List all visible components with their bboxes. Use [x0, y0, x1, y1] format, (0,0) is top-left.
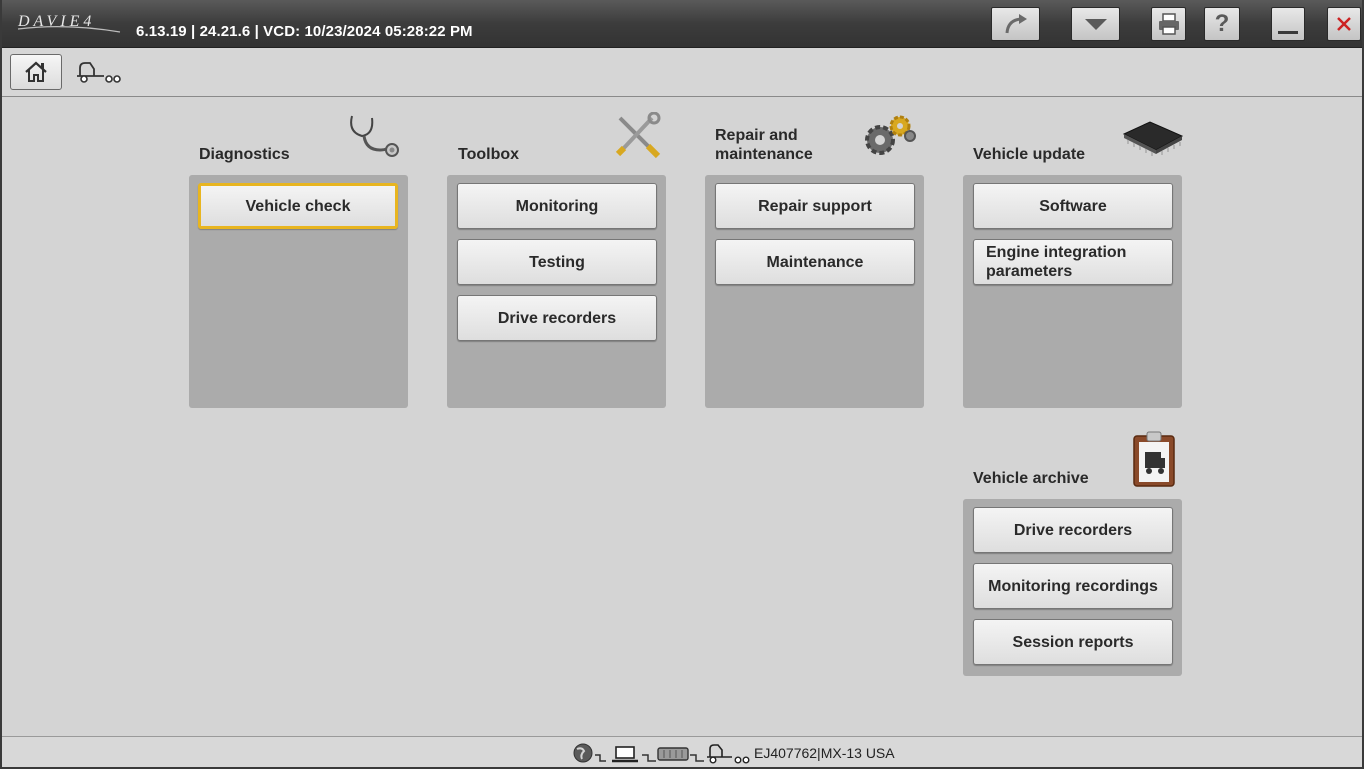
drive-recorders-button[interactable]: Drive recorders [457, 295, 657, 341]
repair-maintenance-title: Repair and maintenance [715, 127, 813, 163]
vehicle-icon[interactable] [74, 58, 124, 86]
title-bar: DAVIE4 6.13.19 | 24.21.6 | VCD: 10/23/20… [2, 0, 1362, 48]
window-title: 6.13.19 | 24.21.6 | VCD: 10/23/2024 05:2… [136, 23, 473, 40]
navigation-bar [2, 48, 1362, 97]
vehicle-archive-panel: Drive recorders Monitoring recordings Se… [963, 499, 1182, 676]
redo-arrow-icon [1005, 14, 1027, 34]
dropdown-button[interactable] [1071, 7, 1120, 41]
repair-support-button[interactable]: Repair support [715, 183, 915, 229]
vehicle-check-button[interactable]: Vehicle check [198, 183, 398, 229]
diagnostics-title: Diagnostics [199, 146, 290, 163]
globe-icon [573, 743, 593, 763]
tools-icon [615, 112, 661, 159]
engine-integration-parameters-button[interactable]: Engine integration parameters [973, 239, 1173, 285]
gears-icon [865, 115, 916, 155]
chip-icon [1122, 121, 1184, 156]
minimize-icon [1278, 31, 1298, 34]
software-button[interactable]: Software [973, 183, 1173, 229]
archive-drive-recorders-button[interactable]: Drive recorders [973, 507, 1173, 553]
clipboard-icon [1133, 431, 1175, 487]
help-button[interactable]: ? [1204, 7, 1240, 41]
vehicle-update-title: Vehicle update [973, 146, 1086, 163]
vehicle-connection-text: EJ407762|MX-13 USA [754, 745, 895, 761]
monitoring-recordings-button[interactable]: Monitoring recordings [973, 563, 1173, 609]
vehicle-icon [707, 744, 750, 764]
vehicle-archive-title: Vehicle archive [973, 470, 1089, 487]
redo-button[interactable] [991, 7, 1040, 41]
davie-logo: DAVIE4 [17, 13, 121, 33]
close-button[interactable] [1327, 7, 1361, 41]
laptop-icon [612, 746, 638, 763]
connection-status-icons [573, 743, 750, 764]
status-bar: EJ407762|MX-13 USA [2, 736, 1362, 767]
testing-button[interactable]: Testing [457, 239, 657, 285]
home-button[interactable] [10, 54, 62, 90]
print-button[interactable] [1151, 7, 1186, 41]
dropdown-arrow-icon [1084, 19, 1107, 30]
diagnostics-panel: Vehicle check [189, 175, 408, 408]
interface-icon [657, 747, 689, 761]
vehicle-update-panel: Software Engine integration parameters [963, 175, 1182, 408]
help-icon: ? [1214, 10, 1230, 37]
monitoring-button[interactable]: Monitoring [457, 183, 657, 229]
close-icon [1337, 17, 1351, 31]
home-icon [25, 61, 47, 82]
printer-icon [1158, 13, 1179, 35]
repair-maintenance-panel: Repair support Maintenance [705, 175, 924, 408]
session-reports-button[interactable]: Session reports [973, 619, 1173, 665]
maintenance-button[interactable]: Maintenance [715, 239, 915, 285]
stethoscope-icon [350, 115, 399, 157]
toolbox-title: Toolbox [458, 146, 520, 163]
minimize-button[interactable] [1271, 7, 1305, 41]
app-window: DAVIE4 6.13.19 | 24.21.6 | VCD: 10/23/20… [0, 0, 1364, 769]
toolbox-panel: Monitoring Testing Drive recorders [447, 175, 666, 408]
